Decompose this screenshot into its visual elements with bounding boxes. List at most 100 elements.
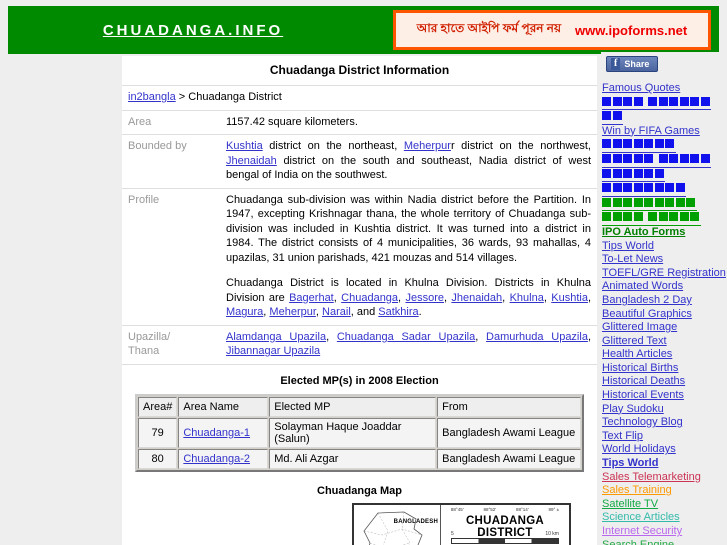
sidebar-link-bengali-8[interactable] (602, 197, 697, 212)
missing-glyph-box-icon (644, 153, 653, 163)
missing-glyph-box-icon (612, 111, 622, 121)
link-meherpur[interactable]: Meherpur (269, 306, 315, 318)
missing-glyph-box-icon (623, 183, 632, 193)
row-value-profile: Chuadanga sub-division was within Nadia … (220, 187, 597, 326)
main-content-column: Chuadanga District Information in2bangla… (122, 56, 597, 545)
ad-bengali-text: আর হাতে আইপি ফর্ম পূরন নয় (416, 21, 562, 35)
link-jibannagar-upazila[interactable]: Jibannagar Upazila (226, 345, 320, 357)
link-chuadanga-sadar-upazila[interactable]: Chuadanga Sadar Upazila (337, 331, 475, 343)
breadcrumb: in2bangla > Chuadanga District (122, 85, 597, 111)
sidebar-link-play-sudoku[interactable]: Play Sudoku (602, 403, 727, 417)
sidebar-bengali-link-row (602, 168, 727, 183)
link-damurhuda-upazila[interactable]: Damurhuda Upazila (486, 331, 588, 343)
missing-glyph-box-icon (648, 96, 657, 106)
sidebar-link-health-articles[interactable]: Health Articles (602, 348, 727, 362)
sidebar-link-historical-events[interactable]: Historical Events (602, 389, 727, 403)
sidebar-bengali-link-row (602, 153, 727, 168)
missing-glyph-box-icon (602, 153, 611, 163)
sidebar-link-satellite-tv[interactable]: Satellite TV (602, 498, 727, 512)
sidebar-link-bengali-2[interactable] (602, 110, 623, 125)
sidebar-link-tips-world[interactable]: Tips World (602, 457, 727, 471)
missing-glyph-box-icon (654, 197, 664, 207)
bounded-text-1: district on the northeast, (262, 140, 404, 153)
link-magura[interactable]: Magura (226, 306, 263, 318)
link-narail[interactable]: Narail (322, 306, 351, 318)
sidebar-link-bengali-1[interactable] (602, 96, 711, 111)
comma: , (502, 291, 510, 304)
map-tick-1: 88°45' (450, 506, 464, 512)
missing-glyph-box-icon (700, 153, 710, 163)
link-bagerhat[interactable]: Bagerhat (289, 292, 334, 304)
sidebar-link-sales-training[interactable]: Sales Training (602, 484, 727, 498)
link-meherpur[interactable]: Meherpur (404, 140, 451, 152)
bangladesh-outline-icon (363, 511, 423, 545)
sidebar-link-tips-world[interactable]: Tips World (602, 240, 727, 254)
sidebar-link-technology-blog[interactable]: Technology Blog (602, 416, 727, 430)
sidebar-link-historical-births[interactable]: Historical Births (602, 362, 727, 376)
link-jhenaidah[interactable]: Jhenaidah (451, 292, 502, 304)
right-sidebar: f Share Famous Quotes Win by FIFA Games IP… (601, 52, 727, 545)
link-chuadanga-2[interactable]: Chuadanga-2 (183, 453, 250, 465)
missing-glyph-box-icon (623, 153, 632, 163)
link-alamdanga-upazila[interactable]: Alamdanga Upazila (226, 331, 326, 343)
sidebar-link-ipo-auto-forms[interactable]: IPO Auto Forms (602, 226, 727, 240)
site-header: CHUADANGA.INFO আর হাতে আইপি ফর্ম পূরন নয… (8, 6, 719, 54)
sidebar-link-world-holidays[interactable]: World Holidays (602, 443, 727, 457)
sidebar-link-glittered-text[interactable]: Glittered Text (602, 335, 727, 349)
sidebar-link-beautiful-graphics[interactable]: Beautiful Graphics (602, 308, 727, 322)
link-jhenaidah[interactable]: Jhenaidah (226, 155, 277, 167)
sidebar-link-historical-deaths[interactable]: Historical Deaths (602, 375, 727, 389)
link-chuadanga-1[interactable]: Chuadanga-1 (183, 427, 250, 439)
sidebar-link-bengali-4[interactable] (602, 138, 676, 153)
missing-glyph-box-icon (633, 153, 643, 163)
sidebar-link-to-let-news[interactable]: To-Let News (602, 253, 727, 267)
table-row-area: Area 1157.42 square kilometers. (122, 109, 597, 136)
facebook-share-button[interactable]: f Share (606, 56, 659, 72)
missing-glyph-box-icon (623, 197, 632, 207)
comma: , (587, 291, 592, 304)
ipoforms-ad-banner[interactable]: আর হাতে আইপি ফর্ম পূরন নয় www.ipoforms.… (393, 10, 711, 50)
missing-glyph-box-icon (654, 139, 664, 149)
table-row: 79 Chuadanga-1 Solayman Haque Joaddar (S… (138, 417, 581, 448)
scale-num-3: 5 (513, 530, 517, 537)
missing-glyph-box-icon (612, 183, 622, 193)
missing-glyph-box-icon (633, 96, 643, 106)
sidebar-link-famous-quotes[interactable]: Famous Quotes (602, 82, 727, 96)
comma: , (475, 330, 487, 343)
mp-col-area-name: Area Name (178, 396, 269, 417)
missing-glyph-box-icon (644, 139, 653, 149)
sidebar-link-bengali-6[interactable] (602, 168, 665, 183)
sidebar-link-internet-security[interactable]: Internet Security (602, 525, 727, 539)
share-button-label: Share (624, 59, 650, 69)
sidebar-link-bengali-7[interactable] (602, 182, 686, 197)
missing-glyph-box-icon (654, 168, 664, 178)
link-jessore[interactable]: Jessore (405, 292, 444, 304)
sidebar-link-science-articles[interactable]: Science Articles (602, 511, 727, 525)
sidebar-link-bengali-5[interactable] (602, 153, 711, 168)
link-kushtia[interactable]: Kushtia (551, 292, 588, 304)
sidebar-link-sales-telemarketing[interactable]: Sales Telemarketing (602, 471, 727, 485)
breadcrumb-link-in2bangla[interactable]: in2bangla (128, 91, 176, 103)
link-kushtia[interactable]: Kushtia (226, 140, 263, 152)
sidebar-link-text-flip[interactable]: Text Flip (602, 430, 727, 444)
row-value-bounded-by: Kushtia district on the northeast, Meher… (220, 134, 597, 189)
sidebar-link-glittered-image[interactable]: Glittered Image (602, 321, 727, 335)
missing-glyph-box-icon (658, 96, 668, 106)
sidebar-link-search-engine[interactable]: Search Engine (602, 539, 727, 545)
missing-glyph-box-icon (623, 168, 632, 178)
sidebar-link-win-by-fifa-games[interactable]: Win by FIFA Games (602, 125, 727, 139)
missing-glyph-box-icon (612, 197, 622, 207)
site-logo[interactable]: CHUADANGA.INFO (8, 22, 378, 39)
sidebar-link-bengali-9[interactable] (602, 211, 701, 226)
link-khulna[interactable]: Khulna (510, 292, 544, 304)
conjunction-and: , and (350, 306, 379, 319)
sidebar-bengali-link-row (602, 138, 727, 153)
sidebar-link-animated-words[interactable]: Animated Words (602, 280, 727, 294)
link-chuadanga[interactable]: Chuadanga (341, 292, 398, 304)
sidebar-link-bangladesh-2-day[interactable]: Bangladesh 2 Day (602, 294, 727, 308)
missing-glyph-box-icon (602, 212, 611, 222)
mp-cell-area-name: Chuadanga-2 (178, 448, 269, 469)
sidebar-link-toefl-gre-registration[interactable]: TOEFL/GRE Registration (602, 267, 727, 281)
link-satkhira[interactable]: Satkhira (378, 306, 418, 318)
